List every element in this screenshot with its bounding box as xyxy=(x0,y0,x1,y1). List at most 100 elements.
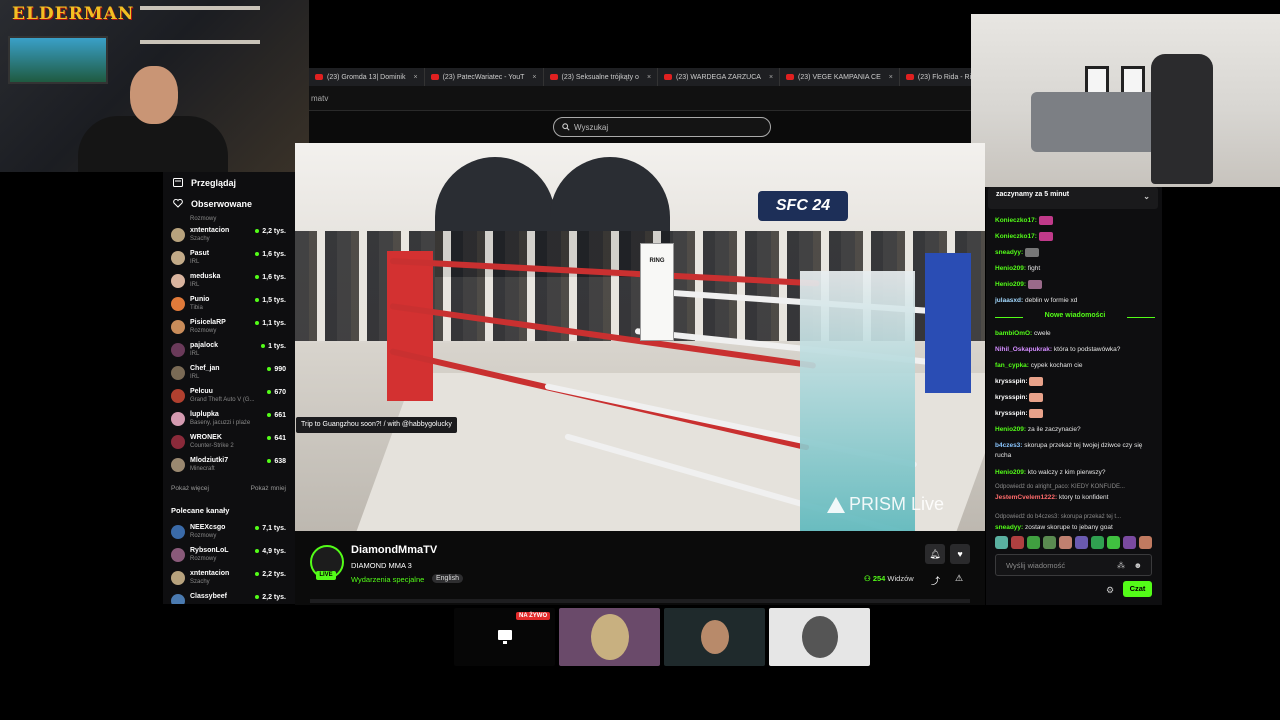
channel-row[interactable]: Mlodziutki7 Minecraft 638 xyxy=(163,454,295,477)
close-icon[interactable]: × xyxy=(413,74,417,81)
viewer-number: 4,9 tys. xyxy=(262,548,286,555)
close-icon[interactable]: × xyxy=(532,74,536,81)
emote-icon[interactable] xyxy=(1043,536,1056,549)
chat-input[interactable]: Wyślij wiadomość ⁂ ☻ xyxy=(995,554,1152,576)
chat-username[interactable]: kryssspin: xyxy=(995,410,1028,417)
gear-icon[interactable]: ⚙ xyxy=(1106,585,1114,596)
channel-row[interactable]: xntentacion Szachy 2,2 tys. xyxy=(163,567,295,590)
channel-row[interactable]: RybsonLoL Rozmowy 4,9 tys. xyxy=(163,544,295,567)
bell-icon: 🔔︎ xyxy=(929,548,941,559)
chevron-down-icon[interactable]: ⌄ xyxy=(1143,192,1150,201)
viewer-label: Widzów xyxy=(887,574,914,583)
channel-name[interactable]: DiamondMmaTV xyxy=(351,544,437,556)
chat-username[interactable]: b4czes3: xyxy=(995,442,1022,449)
channel-row[interactable]: PisicelaRP Rozmowy 1,1 tys. xyxy=(163,316,295,339)
avatar xyxy=(171,228,185,242)
viewer-count: 2,2 tys. xyxy=(255,228,286,235)
emote-icon[interactable] xyxy=(1027,536,1040,549)
chat-username[interactable]: fan_cypka: xyxy=(995,362,1029,369)
chat-emote xyxy=(1027,280,1042,289)
channel-row[interactable]: Classybeef 2,2 tys. xyxy=(163,590,295,604)
youtube-icon xyxy=(430,74,439,80)
prism-logo-icon xyxy=(827,496,845,513)
scene-card-portrait[interactable] xyxy=(769,608,870,666)
viewer-count: 1,6 tys. xyxy=(255,251,286,258)
chat-message: julaasxd: deblin w formie xd xyxy=(995,296,1155,306)
emote-icon[interactable] xyxy=(1107,536,1120,549)
viewer-count: 990 xyxy=(267,366,286,373)
emote-icon[interactable] xyxy=(1011,536,1024,549)
viewer-count: 7,1 tys. xyxy=(255,525,286,532)
chat-username[interactable]: Henio209: xyxy=(995,426,1026,433)
browser-tab[interactable]: (23) WARDEGA ZARZUCA × xyxy=(658,68,781,86)
emote-icon[interactable] xyxy=(1075,536,1088,549)
live-dot-icon xyxy=(267,436,272,441)
channel-row[interactable]: Chef_jan IRL 990 xyxy=(163,362,295,385)
channel-row[interactable]: luplupka Baseny, jacuzzi i plaże 661 xyxy=(163,408,295,431)
chat-username[interactable]: kryssspin: xyxy=(995,378,1028,385)
notification-button[interactable]: 🔔︎ xyxy=(925,544,945,564)
chat-username[interactable]: julaasxd: xyxy=(995,297,1023,304)
chat-username[interactable]: sneadyy: xyxy=(995,524,1023,531)
nav-following[interactable]: Obserwowane xyxy=(163,193,295,214)
chat-username[interactable]: Henio209: xyxy=(995,469,1026,476)
scene-card-camera[interactable] xyxy=(664,608,765,666)
browser-tab[interactable]: (23) Gromda 13| Dominik × xyxy=(309,68,425,86)
browser-tab[interactable]: (23) VEGE KAMPANIA CE × xyxy=(780,68,900,86)
close-icon[interactable]: × xyxy=(769,74,773,81)
report-icon[interactable]: ⚠ xyxy=(955,573,963,584)
emote-icon[interactable] xyxy=(1139,536,1152,549)
chat-username[interactable]: Henio209: xyxy=(995,265,1026,272)
browser-tab[interactable]: (23) Flo Rida - Right Rou× xyxy=(900,68,971,86)
channel-row[interactable]: xntentacion Szachy 2,2 tys. xyxy=(163,224,295,247)
channel-row[interactable]: NEEXcsgo Rozmowy 7,1 tys. xyxy=(163,521,295,544)
live-dot-icon xyxy=(255,572,260,577)
viewer-number: 1,5 tys. xyxy=(262,297,286,304)
show-more-link[interactable]: Pokaż więcej xyxy=(171,485,209,492)
nav-browse[interactable]: Przeglądaj xyxy=(163,172,295,193)
chat-message: kryssspin: xyxy=(995,377,1155,387)
close-icon[interactable]: × xyxy=(647,74,651,81)
chat-username[interactable]: Henio209: xyxy=(995,281,1026,288)
chat-username[interactable]: sneadyy: xyxy=(995,249,1023,256)
video-player[interactable]: SFC 24 RING xyxy=(295,143,985,531)
chat-message: Henio209: xyxy=(995,280,1155,290)
emote-icon[interactable] xyxy=(1091,536,1104,549)
chat-username[interactable]: Nihil_Oskapukrak: xyxy=(995,346,1052,353)
channel-row[interactable]: meduska IRL 1,6 tys. xyxy=(163,270,295,293)
avatar xyxy=(171,458,185,472)
channel-row[interactable]: Pasut IRL 1,6 tys. xyxy=(163,247,295,270)
chat-username[interactable]: kryssspin: xyxy=(995,394,1028,401)
chat-username[interactable]: JestemCvelem1222: xyxy=(995,494,1057,501)
chat-text: deblin w formie xd xyxy=(1025,297,1078,304)
show-less-link[interactable]: Pokaż mniej xyxy=(251,485,286,492)
share-icon[interactable]: ⤴ xyxy=(931,574,940,587)
send-chat-button[interactable]: Czat xyxy=(1123,581,1152,597)
emote-picker-icon[interactable]: ⁂ xyxy=(1117,561,1125,570)
channel-row[interactable]: Punio Tibia 1,5 tys. xyxy=(163,293,295,316)
scene-card-emote[interactable] xyxy=(559,608,660,666)
browser-tab[interactable]: (23) Seksualne trójkąty o × xyxy=(544,68,659,86)
channel-row[interactable]: pajalock IRL 1 tys. xyxy=(163,339,295,362)
chat-emote xyxy=(1038,232,1053,241)
emote-icon[interactable] xyxy=(1059,536,1072,549)
emote-icon[interactable] xyxy=(1123,536,1136,549)
channel-category: Minecraft xyxy=(190,466,215,472)
stream-category[interactable]: Wydarzenia specjalne xyxy=(351,575,424,584)
follow-button[interactable]: ♥ xyxy=(950,544,970,564)
following-list: xntentacion Szachy 2,2 tys. Pasut IRL 1,6 tys… xyxy=(163,224,295,477)
stream-language-tag[interactable]: English xyxy=(432,574,463,583)
search-input[interactable]: Wyszukaj xyxy=(553,117,771,137)
smiley-icon[interactable]: ☻ xyxy=(1134,561,1142,570)
chat-username[interactable]: bambiOmO: xyxy=(995,330,1032,337)
address-bar[interactable]: matv xyxy=(309,86,971,111)
chat-username[interactable]: Konieczko17: xyxy=(995,233,1037,240)
channel-row[interactable]: Pelcuu Grand Theft Auto V (G... 670 xyxy=(163,385,295,408)
chat-text: fight xyxy=(1027,265,1041,272)
close-icon[interactable]: × xyxy=(889,74,893,81)
chat-username[interactable]: Konieczko17: xyxy=(995,217,1037,224)
browser-tab[interactable]: (23) PatecWariatec - YouT × xyxy=(425,68,544,86)
emote-icon[interactable] xyxy=(995,536,1008,549)
channel-row[interactable]: WRONEK Counter-Strike 2 641 xyxy=(163,431,295,454)
pinned-message[interactable]: zaczynamy za 5 minut ⌄ xyxy=(988,187,1158,209)
